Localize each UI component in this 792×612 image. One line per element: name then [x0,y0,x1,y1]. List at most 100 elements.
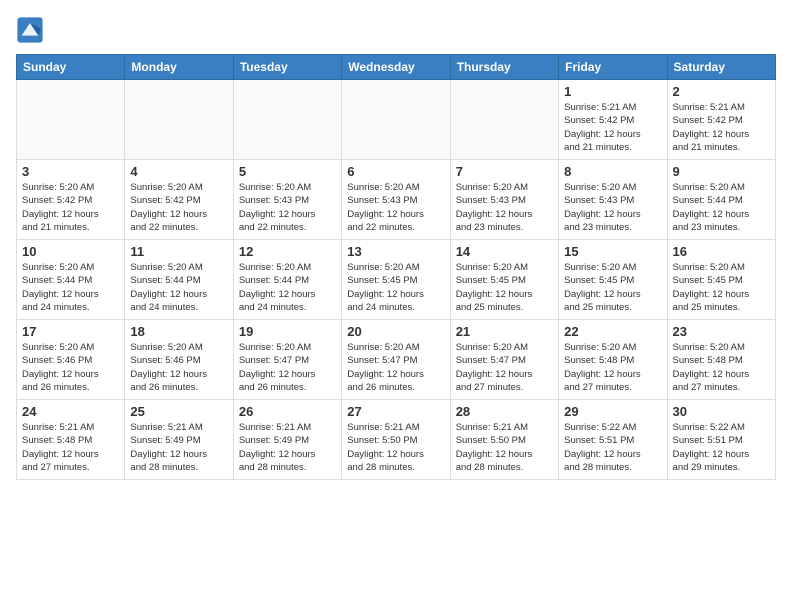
week-row-3: 10Sunrise: 5:20 AMSunset: 5:44 PMDayligh… [17,240,776,320]
day-info: Sunrise: 5:21 AMSunset: 5:50 PMDaylight:… [347,421,444,474]
day-cell: 5 Sunrise: 5:20 AMSunset: 5:43 PMDaylight… [233,160,341,240]
day-number: 11 [130,244,227,259]
day-info: Sunrise: 5:22 AMSunset: 5:51 PMDaylight:… [673,421,770,474]
day-number: 30 [673,404,770,419]
logo-icon [16,16,44,44]
day-info: Sunrise: 5:20 AMSunset: 5:47 PMDaylight:… [239,341,336,394]
day-info: Sunrise: 5:20 AMSunset: 5:44 PMDaylight:… [22,261,119,314]
day-cell: 27 Sunrise: 5:21 AMSunset: 5:50 PMDayligh… [342,400,450,480]
day-number: 17 [22,324,119,339]
day-number: 8 [564,164,661,179]
day-cell: 12 Sunrise: 5:20 AMSunset: 5:44 PMDayligh… [233,240,341,320]
day-info: Sunrise: 5:20 AMSunset: 5:45 PMDaylight:… [456,261,553,314]
day-cell: 23 Sunrise: 5:20 AMSunset: 5:48 PMDayligh… [667,320,775,400]
day-info: Sunrise: 5:20 AMSunset: 5:46 PMDaylight:… [130,341,227,394]
day-cell: 14 Sunrise: 5:20 AMSunset: 5:45 PMDayligh… [450,240,558,320]
calendar-header-row: SundayMondayTuesdayWednesdayThursdayFrid… [17,55,776,80]
day-cell: 10Sunrise: 5:20 AMSunset: 5:44 PMDayligh… [17,240,125,320]
day-cell: 22 Sunrise: 5:20 AMSunset: 5:48 PMDayligh… [559,320,667,400]
day-number: 20 [347,324,444,339]
day-cell: 1 Sunrise: 5:21 AMSunset: 5:42 PMDaylight… [559,80,667,160]
day-number: 25 [130,404,227,419]
week-row-1: 1 Sunrise: 5:21 AMSunset: 5:42 PMDaylight… [17,80,776,160]
day-info: Sunrise: 5:21 AMSunset: 5:48 PMDaylight:… [22,421,119,474]
day-number: 1 [564,84,661,99]
day-number: 16 [673,244,770,259]
day-number: 12 [239,244,336,259]
day-number: 7 [456,164,553,179]
day-number: 3 [22,164,119,179]
day-number: 9 [673,164,770,179]
col-header-monday: Monday [125,55,233,80]
day-number: 4 [130,164,227,179]
day-info: Sunrise: 5:20 AMSunset: 5:44 PMDaylight:… [130,261,227,314]
day-cell: 7 Sunrise: 5:20 AMSunset: 5:43 PMDaylight… [450,160,558,240]
day-number: 22 [564,324,661,339]
day-info: Sunrise: 5:20 AMSunset: 5:44 PMDaylight:… [673,181,770,234]
day-cell: 8 Sunrise: 5:20 AMSunset: 5:43 PMDaylight… [559,160,667,240]
day-number: 23 [673,324,770,339]
day-info: Sunrise: 5:20 AMSunset: 5:48 PMDaylight:… [564,341,661,394]
col-header-saturday: Saturday [667,55,775,80]
day-cell: 25 Sunrise: 5:21 AMSunset: 5:49 PMDayligh… [125,400,233,480]
day-number: 5 [239,164,336,179]
day-info: Sunrise: 5:20 AMSunset: 5:42 PMDaylight:… [130,181,227,234]
day-info: Sunrise: 5:20 AMSunset: 5:45 PMDaylight:… [673,261,770,314]
calendar-table: SundayMondayTuesdayWednesdayThursdayFrid… [16,54,776,480]
day-info: Sunrise: 5:20 AMSunset: 5:43 PMDaylight:… [239,181,336,234]
day-info: Sunrise: 5:20 AMSunset: 5:43 PMDaylight:… [456,181,553,234]
day-cell: 3 Sunrise: 5:20 AMSunset: 5:42 PMDaylight… [17,160,125,240]
day-number: 14 [456,244,553,259]
day-info: Sunrise: 5:21 AMSunset: 5:50 PMDaylight:… [456,421,553,474]
day-info: Sunrise: 5:22 AMSunset: 5:51 PMDaylight:… [564,421,661,474]
day-cell: 13 Sunrise: 5:20 AMSunset: 5:45 PMDayligh… [342,240,450,320]
day-info: Sunrise: 5:20 AMSunset: 5:43 PMDaylight:… [564,181,661,234]
week-row-4: 17 Sunrise: 5:20 AMSunset: 5:46 PMDayligh… [17,320,776,400]
col-header-tuesday: Tuesday [233,55,341,80]
day-info: Sunrise: 5:21 AMSunset: 5:42 PMDaylight:… [673,101,770,154]
day-cell: 30 Sunrise: 5:22 AMSunset: 5:51 PMDayligh… [667,400,775,480]
day-number: 24 [22,404,119,419]
day-cell: 28 Sunrise: 5:21 AMSunset: 5:50 PMDayligh… [450,400,558,480]
col-header-thursday: Thursday [450,55,558,80]
day-info: Sunrise: 5:21 AMSunset: 5:49 PMDaylight:… [130,421,227,474]
col-header-sunday: Sunday [17,55,125,80]
day-cell: 16 Sunrise: 5:20 AMSunset: 5:45 PMDayligh… [667,240,775,320]
day-cell [125,80,233,160]
day-cell: 18 Sunrise: 5:20 AMSunset: 5:46 PMDayligh… [125,320,233,400]
day-info: Sunrise: 5:20 AMSunset: 5:44 PMDaylight:… [239,261,336,314]
day-cell [17,80,125,160]
day-cell: 11 Sunrise: 5:20 AMSunset: 5:44 PMDayligh… [125,240,233,320]
day-info: Sunrise: 5:20 AMSunset: 5:46 PMDaylight:… [22,341,119,394]
day-info: Sunrise: 5:21 AMSunset: 5:49 PMDaylight:… [239,421,336,474]
day-number: 26 [239,404,336,419]
day-number: 29 [564,404,661,419]
day-cell: 9 Sunrise: 5:20 AMSunset: 5:44 PMDaylight… [667,160,775,240]
day-cell: 15Sunrise: 5:20 AMSunset: 5:45 PMDayligh… [559,240,667,320]
day-info: Sunrise: 5:20 AMSunset: 5:45 PMDaylight:… [347,261,444,314]
day-cell: 6 Sunrise: 5:20 AMSunset: 5:43 PMDaylight… [342,160,450,240]
day-cell [450,80,558,160]
day-info: Sunrise: 5:20 AMSunset: 5:45 PMDaylight:… [564,261,661,314]
day-number: 21 [456,324,553,339]
day-number: 27 [347,404,444,419]
day-number: 13 [347,244,444,259]
col-header-friday: Friday [559,55,667,80]
day-info: Sunrise: 5:20 AMSunset: 5:43 PMDaylight:… [347,181,444,234]
day-info: Sunrise: 5:20 AMSunset: 5:47 PMDaylight:… [347,341,444,394]
day-cell: 19Sunrise: 5:20 AMSunset: 5:47 PMDayligh… [233,320,341,400]
page-header [16,16,776,44]
day-cell [233,80,341,160]
day-cell: 4 Sunrise: 5:20 AMSunset: 5:42 PMDaylight… [125,160,233,240]
day-info: Sunrise: 5:21 AMSunset: 5:42 PMDaylight:… [564,101,661,154]
day-number: 18 [130,324,227,339]
day-number: 6 [347,164,444,179]
logo [16,16,48,44]
day-info: Sunrise: 5:20 AMSunset: 5:48 PMDaylight:… [673,341,770,394]
day-info: Sunrise: 5:20 AMSunset: 5:42 PMDaylight:… [22,181,119,234]
day-cell [342,80,450,160]
week-row-2: 3 Sunrise: 5:20 AMSunset: 5:42 PMDaylight… [17,160,776,240]
day-cell: 21Sunrise: 5:20 AMSunset: 5:47 PMDayligh… [450,320,558,400]
day-cell: 24 Sunrise: 5:21 AMSunset: 5:48 PMDayligh… [17,400,125,480]
day-number: 28 [456,404,553,419]
